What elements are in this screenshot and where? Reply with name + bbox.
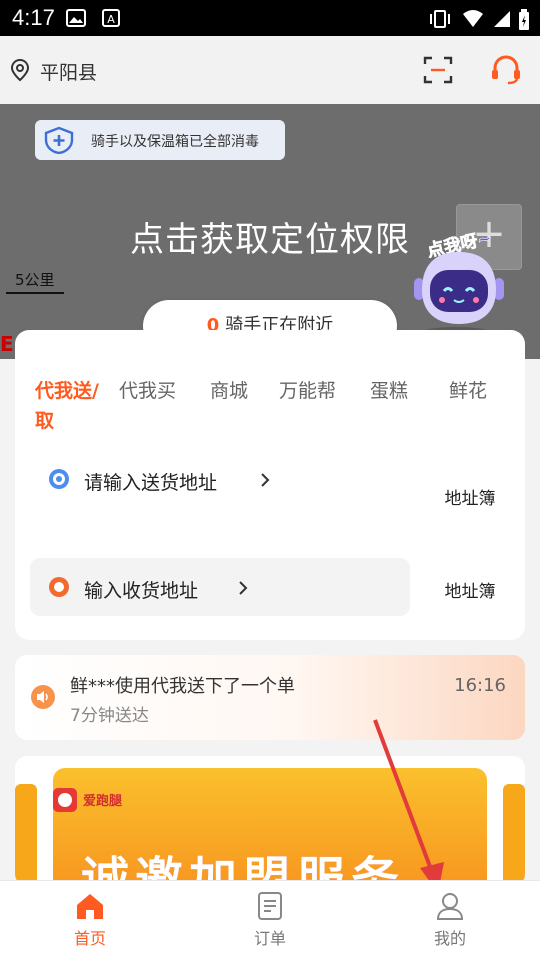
tab-mall[interactable]: 商城: [210, 376, 248, 403]
notice-message: 鲜***使用代我送下了一个单: [70, 676, 295, 697]
signal-icon: [494, 11, 510, 27]
vibrate-icon: [430, 10, 450, 28]
notice-subtext: 7分钟送达: [70, 706, 149, 726]
nav-profile[interactable]: 我的: [410, 891, 490, 949]
tab-buy-for-me[interactable]: 代我买: [119, 376, 176, 403]
chevron-right-icon: [239, 581, 248, 595]
banner-carousel[interactable]: 爱跑腿 诚邀加盟服务: [15, 756, 525, 886]
send-address-pin-icon: [49, 469, 69, 489]
nav-profile-label: 我的: [433, 929, 466, 948]
profile-icon: [436, 893, 464, 920]
receive-address-label: 输入收货地址: [84, 580, 199, 602]
disinfect-notice: 骑手以及保温箱已全部消毒: [35, 120, 285, 160]
service-tabs: 代我送/取 代我买 商城 万能帮 蛋糕 鲜花: [15, 376, 525, 446]
tab-all-purpose-help[interactable]: 万能帮: [279, 376, 336, 403]
send-address-book-button[interactable]: 地址簿: [430, 484, 510, 509]
map-marker: E: [0, 332, 14, 356]
banner-slide[interactable]: 爱跑腿 诚邀加盟服务: [53, 768, 487, 886]
map-scale-bar: [6, 292, 64, 294]
wifi-icon: [463, 10, 483, 27]
top-bar: 平阳县: [0, 36, 540, 104]
nav-home-label: 首页: [73, 929, 106, 948]
chevron-right-icon: [261, 473, 270, 487]
location-pin-icon[interactable]: [10, 58, 30, 82]
nav-home[interactable]: 首页: [50, 891, 130, 949]
receive-address-pin-icon: [49, 577, 69, 597]
nav-orders-label: 订单: [253, 929, 286, 948]
tab-cake[interactable]: 蛋糕: [370, 376, 408, 403]
notice-time: 16:16: [454, 675, 506, 696]
brand-logo-text: 爱跑腿: [83, 793, 122, 809]
app-notification-icon: A: [102, 9, 120, 27]
tab-send-pickup[interactable]: 代我送/取: [35, 376, 105, 436]
svg-text:A: A: [107, 13, 115, 26]
scan-icon[interactable]: [422, 54, 454, 86]
receive-address-book-button[interactable]: 地址簿: [430, 577, 510, 602]
banner-next-slide[interactable]: [503, 784, 525, 886]
customer-service-icon[interactable]: [490, 54, 522, 86]
city-selector[interactable]: 平阳县: [40, 58, 97, 85]
robot-mascot-icon[interactable]: 点我呀~: [408, 220, 513, 340]
bottom-nav: 首页 订单 我的: [0, 880, 540, 960]
tab-flowers[interactable]: 鲜花: [449, 376, 487, 403]
shield-plus-icon: [44, 126, 74, 154]
orders-icon: [258, 892, 282, 920]
home-icon: [77, 894, 103, 919]
order-card: 代我送/取 代我买 商城 万能帮 蛋糕 鲜花 请输入送货地址 地址簿 输入收货地…: [15, 330, 525, 640]
send-address-label: 请输入送货地址: [84, 472, 218, 494]
send-address-row[interactable]: 请输入送货地址 地址簿: [30, 450, 510, 509]
disinfect-text: 骑手以及保温箱已全部消毒: [91, 134, 259, 150]
image-notification-icon: [66, 9, 86, 27]
banner-prev-slide[interactable]: [15, 784, 37, 886]
brand-logo-icon: 爱跑腿: [53, 788, 122, 812]
battery-icon: [519, 9, 529, 30]
receive-address-row[interactable]: 输入收货地址 地址簿: [30, 558, 510, 616]
status-bar: 4:17 A: [0, 0, 540, 36]
order-notice[interactable]: 鲜***使用代我送下了一个单 7分钟送达 16:16: [15, 655, 525, 740]
speaker-icon: [31, 685, 55, 709]
status-time: 4:17: [12, 5, 55, 30]
nav-orders[interactable]: 订单: [230, 891, 310, 949]
map-scale-label: 5公里: [15, 271, 55, 289]
